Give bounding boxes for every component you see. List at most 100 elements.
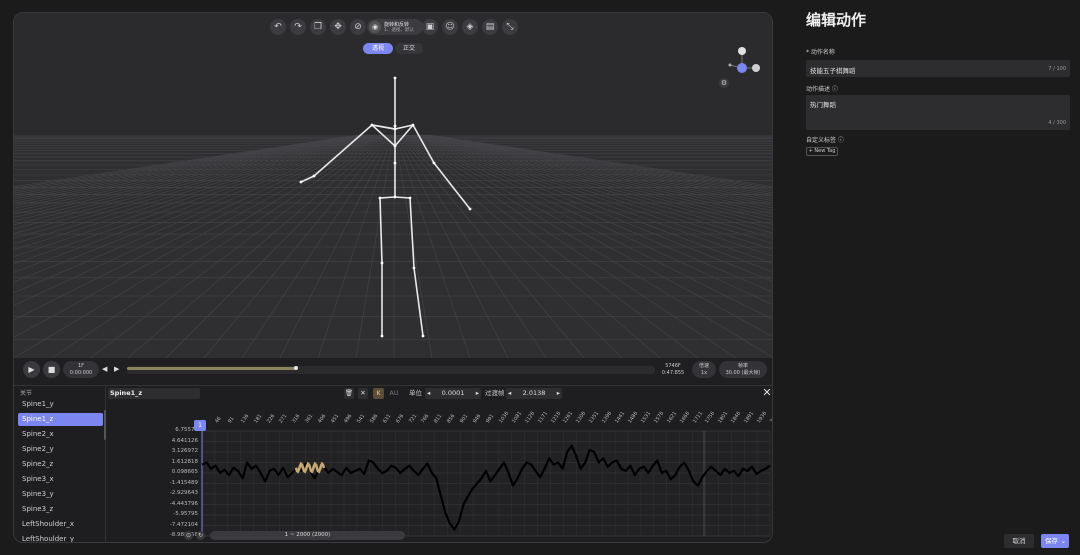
speed-value: 1x [700,370,708,376]
curve-toolbar: Spine1_z 🗑 ✕ K AU 单位 ◂ 0.0001 ▸ 过渡帧 ◂ 2.… [106,386,772,400]
start-frame: 1F [77,363,85,369]
playhead-marker[interactable]: 1 [194,420,206,431]
fps-label: 帧率 [737,363,748,369]
transition-decrease-icon[interactable]: ◂ [508,388,511,399]
mode-subtitle: 1、透视、默认 [384,28,414,33]
motion-editor-frame: ↶ ↷ ❐ ✥ ⊘ ◉ 旋转和反转 1、透视、默认 ▣ ☺ ◈ ▤ ⤡ 透视 正… [13,12,773,543]
bone-list-item[interactable]: Spine1_y [18,398,103,411]
bone-list: 关节 Spine1_y Spine1_z Spine2_x Spine2_y Spine… [14,386,106,542]
face-scan-icon[interactable]: ☺ [442,19,458,35]
refresh-icon[interactable]: ↻ [196,531,205,540]
joint-dot [299,180,303,184]
end-time-display: 5746F 0:47:855 [656,361,690,378]
zoom-reset-icon[interactable]: ⊙ [184,531,193,540]
joint-dot [412,266,416,270]
view-perspective-button[interactable]: 透视 [363,43,393,54]
joint-dot [312,174,316,178]
save-icon[interactable]: ▤ [482,19,498,35]
view-ortho-button[interactable]: 正交 [395,43,423,54]
close-curve-editor-icon[interactable]: ✕ [761,386,772,400]
curve-plot[interactable]: 6.75574 4.641126 3.126972 1.612818 0.098665-… [106,400,773,540]
joint-dot [393,195,397,199]
transition-stepper[interactable]: ◂ 2.0138 ▸ [506,388,562,399]
play-icon[interactable]: ▶ [23,361,40,378]
camera-icon: ◉ [369,21,381,33]
transition-value: 2.0138 [522,389,546,397]
desc-textarea[interactable]: 热门舞蹈 4 / 300 [806,95,1070,130]
3d-viewport[interactable]: ↶ ↷ ❐ ✥ ⊘ ◉ 旋转和反转 1、透视、默认 ▣ ☺ ◈ ▤ ⤡ 透视 正… [14,13,772,358]
save-button-label: 保存 [1045,537,1058,545]
bone-list-item[interactable]: Spine3_x [18,473,103,486]
end-time: 0:47:855 [661,370,685,376]
bone-segment [394,196,411,199]
hide-icon[interactable]: ⊘ [350,19,366,35]
fps-value: 30.00 (最大帧) [725,370,761,376]
bone-list-item[interactable]: LeftShoulder_x [18,518,103,531]
curve-canvas[interactable] [106,400,773,540]
bone-list-item[interactable]: Spine2_y [18,443,103,456]
name-input[interactable]: 技能五子棋舞蹈 7 / 100 [806,60,1070,77]
bone-segment [379,196,396,199]
delete-key-icon[interactable]: 🗑 [344,388,354,399]
joint-dot [378,196,382,200]
joint-dot [408,196,412,200]
copy-icon[interactable]: ❐ [310,19,326,35]
key-button[interactable]: K [373,388,384,399]
joint-dot [393,124,397,128]
end-frame: 5746F [665,363,681,369]
speed-control[interactable]: 倍速 1x [692,361,716,378]
bone-list-item[interactable]: Spine1_z [18,413,103,426]
move-icon[interactable]: ✥ [330,19,346,35]
joint-dot [411,123,415,127]
curve-editor: 关节 Spine1_y Spine1_z Spine2_x Spine2_y Spine… [14,385,773,542]
save-button[interactable]: 保存 ⌄ [1041,534,1069,548]
collapse-icon[interactable]: ⤡ [502,19,518,35]
unit-stepper[interactable]: ◂ 0.0001 ▸ [425,388,481,399]
joint-dot [380,334,384,338]
speed-label: 倍速 [698,363,709,369]
image-icon[interactable]: ▣ [422,19,438,35]
range-scrollbar[interactable]: 1 ~ 2000 (2000) [210,531,405,540]
start-time-display: 1F 0:00:000 [63,361,99,378]
selected-channel: Spine1_z [108,388,200,399]
new-tag-button[interactable]: + New Tag [806,147,838,156]
unit-value: 0.0001 [441,389,465,397]
viewport-scene [14,13,772,358]
prev-frame-icon[interactable]: ◀ [102,363,111,376]
layers-icon[interactable]: ◈ [462,19,478,35]
mode-selector[interactable]: ◉ 旋转和反转 1、透视、默认 [367,19,423,35]
bone-list-item[interactable]: LeftShoulder_y [18,533,103,542]
unit-increase-icon[interactable]: ▸ [476,388,479,399]
timeline-track[interactable] [127,366,655,374]
redo-icon[interactable]: ↷ [290,19,306,35]
bone-list-item[interactable]: Spine3_z [18,503,103,516]
joint-dot [393,76,397,80]
auto-button[interactable]: AU [388,388,400,399]
clear-icon[interactable]: ✕ [358,388,368,399]
desc-count: 4 / 300 [1048,120,1066,126]
start-time: 0:00:000 [69,370,93,376]
bone-list-header: 关节 [20,390,33,397]
cancel-button[interactable]: 取消 [1004,534,1034,548]
bone-list-item[interactable]: Spine2_z [18,458,103,471]
timeline-knob[interactable] [293,366,298,370]
transition-increase-icon[interactable]: ▸ [557,388,560,399]
bone-list-item[interactable]: Spine3_y [18,488,103,501]
settings-icon[interactable]: ⚙ [719,78,729,88]
unit-decrease-icon[interactable]: ◂ [427,388,430,399]
joint-dot [468,207,472,211]
undo-icon[interactable]: ↶ [270,19,286,35]
name-count: 7 / 100 [1048,66,1066,72]
stop-icon[interactable]: ■ [43,361,60,378]
joint-dot [421,334,425,338]
joint-dot [380,261,384,265]
next-frame-icon[interactable]: ▶ [114,363,123,376]
bone-list-item[interactable]: Spine2_x [18,428,103,441]
edit-panel: 编辑动作 * 动作名称 技能五子棋舞蹈 7 / 100 动作描述 ⓘ 热门舞蹈 … [780,0,1080,555]
chevron-down-icon: ⌄ [1060,537,1066,545]
joint-dot [393,144,397,148]
unit-label: 单位 [409,389,422,397]
transition-label: 过渡帧 [485,389,505,397]
fps-control[interactable]: 帧率 30.00 (最大帧) [719,361,767,378]
joint-dot [393,161,397,165]
